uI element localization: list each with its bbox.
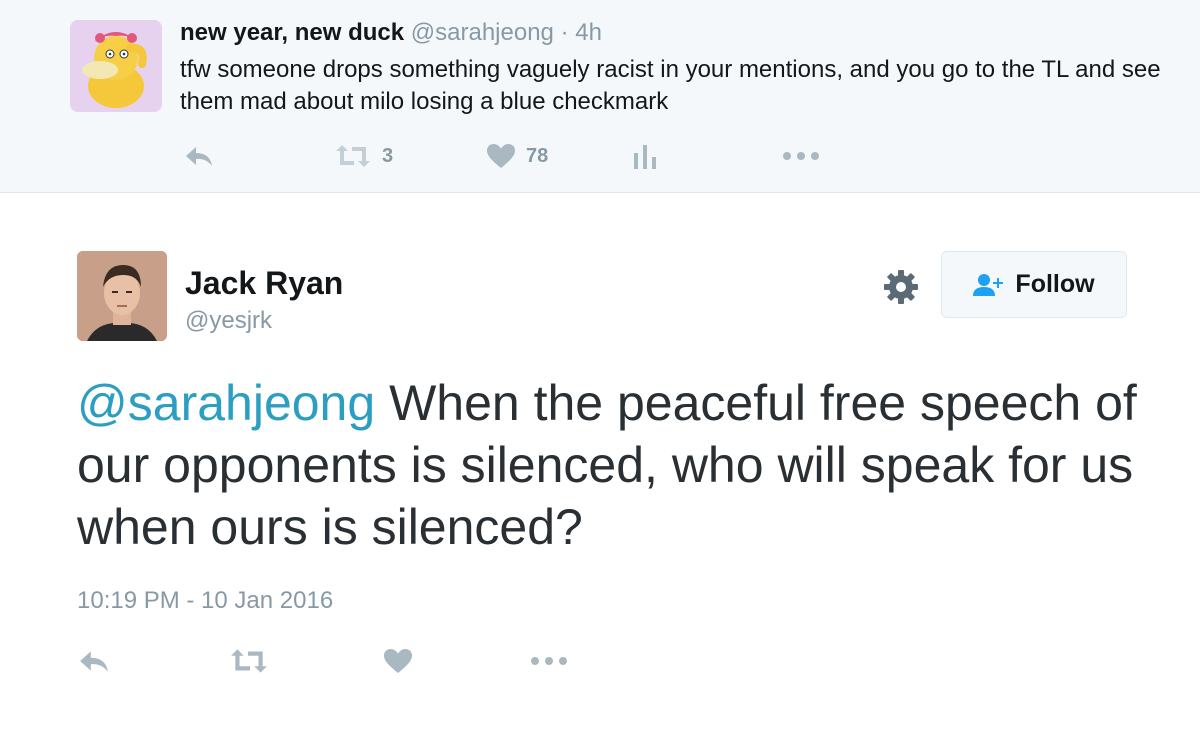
parent-like-button[interactable]: 78 (486, 140, 548, 172)
like-icon (384, 649, 412, 673)
like-button[interactable] (383, 644, 413, 678)
more-button[interactable] (530, 644, 568, 678)
gear-icon[interactable] (882, 268, 920, 306)
parent-reply-button[interactable] (184, 140, 214, 172)
user-avatar[interactable] (77, 251, 167, 341)
retweet-icon (231, 649, 267, 673)
follow-user-icon (973, 273, 1004, 296)
display-name[interactable]: Jack Ryan (185, 264, 343, 302)
follow-button[interactable]: Follow (941, 251, 1127, 318)
user-handle[interactable]: @yesjrk (185, 306, 272, 336)
tweet-text: @sarahjeong When the peaceful free speec… (77, 372, 1177, 558)
reply-button[interactable] (78, 644, 110, 678)
parent-more-button[interactable] (782, 140, 820, 172)
reply-icon (80, 651, 108, 672)
like-count: 78 (526, 144, 549, 167)
duck-avatar[interactable] (70, 20, 162, 112)
parent-tweet-header: new year, new duck @sarahjeong · 4h (180, 18, 602, 48)
parent-tweet: new year, new duck @sarahjeong · 4h tfw … (0, 0, 1200, 193)
retweet-count: 3 (382, 144, 394, 167)
parent-display-name[interactable]: new year, new duck (180, 19, 404, 46)
mention-link[interactable]: @sarahjeong (77, 375, 375, 431)
reply-icon (186, 147, 212, 166)
header-separator: · (560, 19, 569, 46)
follow-button-label: Follow (1015, 270, 1095, 298)
analytics-icon (634, 145, 656, 169)
more-icon (783, 152, 819, 160)
parent-retweet-button[interactable]: 3 (334, 140, 393, 172)
retweet-button[interactable] (229, 644, 269, 678)
parent-analytics-button[interactable] (633, 140, 657, 172)
tweet-timestamp[interactable]: 10:19 PM - 10 Jan 2016 (77, 586, 333, 616)
parent-tweet-text: tfw someone drops something vaguely raci… (180, 56, 1161, 115)
retweet-icon (336, 145, 370, 167)
parent-handle[interactable]: @sarahjeong (411, 19, 554, 46)
like-icon (487, 144, 515, 168)
parent-timestamp[interactable]: 4h (575, 19, 602, 46)
more-icon (531, 657, 567, 665)
